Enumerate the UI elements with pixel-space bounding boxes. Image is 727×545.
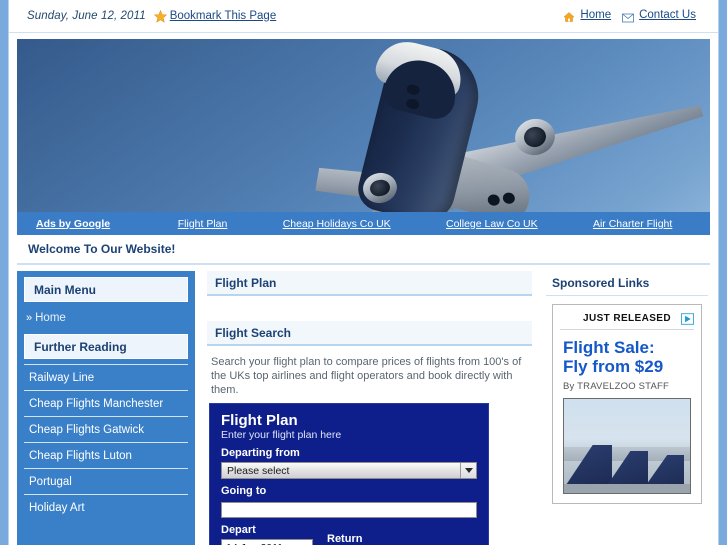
depart-group: Depart 14 Jun 2011 (221, 524, 313, 545)
departing-from-label: Departing from (221, 447, 300, 459)
flight-search-title: Flight Search (215, 325, 292, 340)
depart-label: Depart (221, 524, 256, 536)
sidebar-item-home[interactable]: » Home (24, 307, 188, 329)
departing-from-value: Please select (227, 464, 290, 477)
topbar-right-group: Home Contact Us (563, 9, 702, 23)
ads-by-google-label[interactable]: Ads by Google (36, 218, 110, 230)
main-menu-header: Main Menu (24, 277, 188, 302)
photo-ground (564, 484, 690, 493)
ad-link-flight-plan[interactable]: Flight Plan (178, 218, 228, 230)
sidebar-item-portugal[interactable]: Portugal (24, 468, 188, 494)
dates-row: Depart 14 Jun 2011 Return 16 Jun 2011 (221, 524, 477, 545)
return-group: Return 16 Jun 2011 (327, 524, 477, 545)
sidebar-item-cheap-flights-gatwick[interactable]: Cheap Flights Gatwick (24, 416, 188, 442)
envelope-icon (622, 10, 635, 23)
main-content: Flight Plan Flight Search Search your fl… (203, 271, 536, 545)
current-date: Sunday, June 12, 2011 (27, 9, 146, 22)
sidebar-link-label: Cheap Flights Manchester (29, 397, 164, 410)
site-shell: Sunday, June 12, 2011 Bookmark This Page… (8, 0, 719, 545)
return-label: Return (327, 533, 363, 545)
sponsored-links-title: Sponsored Links (552, 276, 650, 290)
flight-search-header: Flight Search (207, 321, 532, 346)
contact-us-link[interactable]: Contact Us (639, 9, 696, 21)
body-columns: Main Menu » Home Further Reading Railway… (17, 271, 710, 545)
ad-link-college-law[interactable]: College Law Co UK (446, 218, 538, 230)
utility-topbar: Sunday, June 12, 2011 Bookmark This Page… (9, 0, 718, 33)
ad-photo (563, 398, 691, 494)
right-sidebar: Sponsored Links JUST RELEASED Flight Sal… (544, 271, 710, 545)
further-reading-title: Further Reading (34, 339, 127, 354)
ad-headline-line2: Fly from $29 (563, 357, 664, 376)
topbar-left-group: Sunday, June 12, 2011 Bookmark This Page (27, 9, 277, 23)
welcome-heading: Welcome To Our Website! (28, 242, 176, 256)
sidebar-link-label: Portugal (29, 475, 72, 488)
sidebar-item-cheap-flights-manchester[interactable]: Cheap Flights Manchester (24, 390, 188, 416)
sidebar-link-label: Holiday Art (29, 501, 85, 514)
chevron-double-right-icon: » (26, 312, 32, 324)
ads-link-group: Flight Plan Cheap Holidays Co UK College… (110, 218, 710, 230)
form-subtitle: Enter your flight plan here (221, 429, 342, 441)
going-to-label: Going to (221, 485, 267, 497)
ad-kicker: JUST RELEASED (583, 313, 671, 324)
google-ads-bar: Ads by Google Flight Plan Cheap Holidays… (17, 212, 710, 235)
ad-kicker-row: JUST RELEASED (560, 308, 694, 330)
intro-paragraph: Search your flight plan to compare price… (211, 356, 522, 396)
adchoices-icon[interactable] (681, 312, 694, 325)
home-link[interactable]: Home (580, 9, 611, 21)
depart-date-input[interactable]: 14 Jun 2011 (221, 539, 313, 545)
further-reading-header: Further Reading (24, 334, 188, 359)
going-to-input[interactable] (221, 502, 477, 518)
page-title: Flight Plan (215, 275, 277, 290)
house-icon (563, 10, 576, 22)
sidebar-link-label: Cheap Flights Gatwick (29, 423, 145, 436)
main-menu-title: Main Menu (34, 282, 96, 297)
chevron-down-icon[interactable] (460, 463, 476, 478)
departing-from-select[interactable]: Please select (221, 462, 477, 479)
ad-link-cheap-holidays[interactable]: Cheap Holidays Co UK (283, 218, 391, 230)
sidebar-item-railway-line[interactable]: Railway Line (24, 364, 188, 390)
left-sidebar: Main Menu » Home Further Reading Railway… (17, 271, 195, 545)
page-title-bar: Flight Plan (207, 271, 532, 296)
bookmark-this-page-link[interactable]: Bookmark This Page (170, 10, 277, 22)
sidebar-link-label: Cheap Flights Luton (29, 449, 132, 462)
page-root: Sunday, June 12, 2011 Bookmark This Page… (0, 0, 727, 545)
airplane-illustration (327, 39, 710, 235)
ad-byline: By TRAVELZOO STAFF (563, 381, 670, 392)
sponsored-links-header: Sponsored Links (546, 271, 708, 296)
welcome-strip: Welcome To Our Website! (17, 235, 710, 265)
flight-search-form: Flight Plan Enter your flight plan here … (209, 403, 489, 545)
sponsored-ad-card[interactable]: JUST RELEASED Flight Sale: Fly from $29 … (552, 304, 702, 504)
sidebar-item-holiday-art[interactable]: Holiday Art (24, 494, 188, 520)
ad-headline-line1: Flight Sale: (563, 338, 655, 357)
form-title: Flight Plan (221, 412, 298, 429)
hero-banner: Ads by Google Flight Plan Cheap Holidays… (17, 39, 710, 235)
sidebar-item-cheap-flights-luton[interactable]: Cheap Flights Luton (24, 442, 188, 468)
star-icon (153, 9, 167, 23)
ad-link-air-charter[interactable]: Air Charter Flight (593, 218, 672, 230)
sidebar-link-label: Railway Line (29, 371, 95, 384)
sidebar-item-home-label: Home (35, 312, 66, 324)
